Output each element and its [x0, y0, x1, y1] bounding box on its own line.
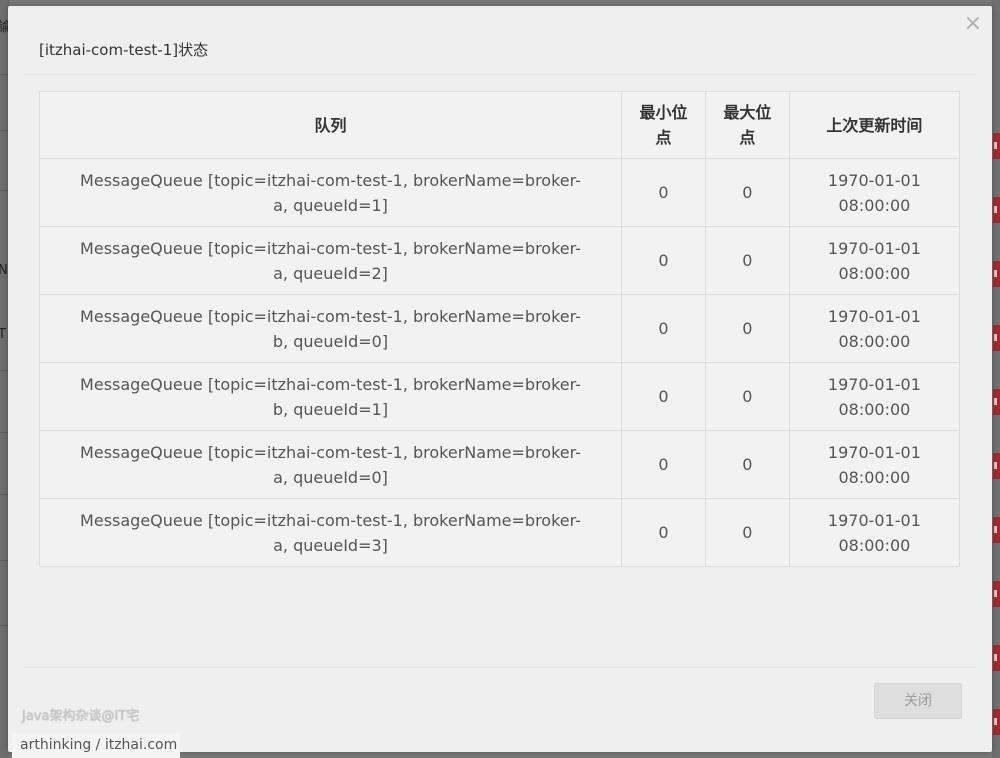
queue-cell-text: MessageQueue [topic=itzhai-com-test-1, b… — [80, 442, 581, 487]
background-row-button — [993, 261, 1000, 287]
last-updated-cell: 1970-01-01 08:00:00 — [788, 158, 961, 227]
max-offset-cell: 0 — [704, 158, 790, 227]
dialog-title: [itzhai-com-test-1]状态 — [39, 41, 209, 59]
last-updated-text: 1970-01-01 08:00:00 — [827, 170, 921, 215]
table-row: MessageQueue [topic=itzhai-com-test-1, b… — [38, 430, 961, 499]
column-header-max-offset: 最大位点 — [704, 91, 790, 159]
last-updated-cell: 1970-01-01 08:00:00 — [788, 226, 961, 295]
background-right-strip — [992, 0, 1000, 758]
max-offset-cell: 0 — [704, 294, 790, 363]
footer-divider — [24, 667, 976, 668]
table-row: MessageQueue [topic=itzhai-com-test-1, b… — [38, 294, 961, 363]
background-row-button — [993, 709, 1000, 735]
background-row-button — [993, 133, 1000, 159]
last-updated-text: 1970-01-01 08:00:00 — [827, 442, 921, 487]
background-row-button — [993, 581, 1000, 607]
header-divider — [24, 74, 976, 75]
queue-cell: MessageQueue [topic=itzhai-com-test-1, b… — [38, 362, 623, 431]
background-glyph: N — [0, 263, 8, 278]
min-offset-cell: 0 — [621, 498, 706, 567]
close-button[interactable]: 关闭 — [874, 683, 962, 719]
queue-cell: MessageQueue [topic=itzhai-com-test-1, b… — [38, 158, 623, 227]
last-updated-text: 1970-01-01 08:00:00 — [827, 306, 921, 351]
column-header-label: 最大位点 — [723, 103, 772, 147]
queue-cell: MessageQueue [topic=itzhai-com-test-1, b… — [38, 430, 623, 499]
column-header-min-offset: 最小位点 — [621, 91, 706, 159]
max-offset-cell: 0 — [704, 498, 790, 567]
min-offset-cell: 0 — [621, 294, 706, 363]
table-header-row: 队列 最小位点 最大位点 上次更新时间 — [38, 91, 961, 159]
min-offset-cell: 0 — [621, 362, 706, 431]
background-row-button — [993, 325, 1000, 351]
topic-status-dialog: [itzhai-com-test-1]状态 × 队列 最小位点 最大位点 上次更… — [8, 6, 992, 752]
queue-cell-text: MessageQueue [topic=itzhai-com-test-1, b… — [80, 374, 581, 419]
last-updated-text: 1970-01-01 08:00:00 — [827, 238, 921, 283]
queue-status-table: 队列 最小位点 最大位点 上次更新时间 MessageQueue [topic=… — [38, 91, 961, 567]
min-offset-cell: 0 — [621, 430, 706, 499]
max-offset-cell: 0 — [704, 226, 790, 295]
last-updated-cell: 1970-01-01 08:00:00 — [788, 498, 961, 567]
last-updated-cell: 1970-01-01 08:00:00 — [788, 430, 961, 499]
queue-cell: MessageQueue [topic=itzhai-com-test-1, b… — [38, 226, 623, 295]
close-icon[interactable]: × — [964, 12, 982, 36]
last-updated-text: 1970-01-01 08:00:00 — [827, 374, 921, 419]
background-glyph: T — [0, 327, 6, 342]
background-row-button — [993, 517, 1000, 543]
background-row-button — [993, 453, 1000, 479]
queue-cell-text: MessageQueue [topic=itzhai-com-test-1, b… — [80, 306, 581, 351]
last-updated-cell: 1970-01-01 08:00:00 — [788, 362, 961, 431]
column-header-label: 最小位点 — [639, 103, 688, 147]
column-header-queue: 队列 — [38, 91, 623, 159]
watermark-text: Java架构杂谈@IT宅 — [22, 709, 140, 724]
queue-cell-text: MessageQueue [topic=itzhai-com-test-1, b… — [80, 238, 581, 283]
background-row-button — [993, 389, 1000, 415]
last-updated-cell: 1970-01-01 08:00:00 — [788, 294, 961, 363]
max-offset-cell: 0 — [704, 362, 790, 431]
min-offset-cell: 0 — [621, 226, 706, 295]
table-row: MessageQueue [topic=itzhai-com-test-1, b… — [38, 362, 961, 431]
table-row: MessageQueue [topic=itzhai-com-test-1, b… — [38, 226, 961, 295]
column-header-last-updated: 上次更新时间 — [788, 91, 961, 159]
table-row: MessageQueue [topic=itzhai-com-test-1, b… — [38, 158, 961, 227]
background-row-button — [993, 645, 1000, 671]
queue-cell-text: MessageQueue [topic=itzhai-com-test-1, b… — [80, 510, 581, 555]
queue-cell: MessageQueue [topic=itzhai-com-test-1, b… — [38, 498, 623, 567]
min-offset-cell: 0 — [621, 158, 706, 227]
table-row: MessageQueue [topic=itzhai-com-test-1, b… — [38, 498, 961, 567]
max-offset-cell: 0 — [704, 430, 790, 499]
queue-cell-text: MessageQueue [topic=itzhai-com-test-1, b… — [80, 170, 581, 215]
last-updated-text: 1970-01-01 08:00:00 — [827, 510, 921, 555]
watermark-url: arthinking / itzhai.com — [12, 733, 180, 758]
queue-cell: MessageQueue [topic=itzhai-com-test-1, b… — [38, 294, 623, 363]
background-row-button — [993, 197, 1000, 223]
